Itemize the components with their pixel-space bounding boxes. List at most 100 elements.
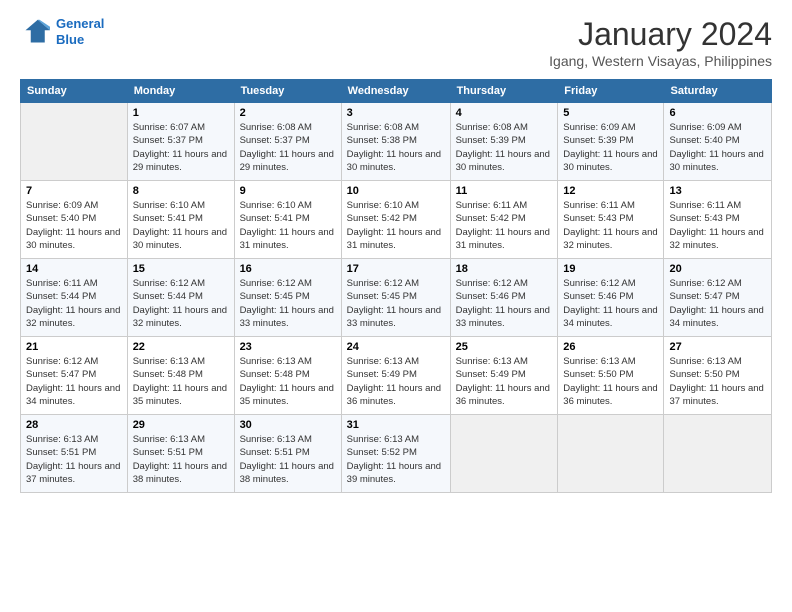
day-number: 22: [133, 341, 229, 353]
title-block: January 2024 Igang, Western Visayas, Phi…: [549, 16, 772, 69]
day-info: Sunrise: 6:10 AMSunset: 5:42 PMDaylight:…: [347, 199, 445, 252]
day-number: 29: [133, 419, 229, 431]
header-row: Sunday Monday Tuesday Wednesday Thursday…: [21, 80, 772, 103]
day-info: Sunrise: 6:13 AMSunset: 5:49 PMDaylight:…: [456, 355, 553, 408]
day-cell: 19 Sunrise: 6:12 AMSunset: 5:46 PMDaylig…: [558, 259, 664, 337]
day-cell: 5 Sunrise: 6:09 AMSunset: 5:39 PMDayligh…: [558, 103, 664, 181]
day-cell: 9 Sunrise: 6:10 AMSunset: 5:41 PMDayligh…: [234, 181, 341, 259]
main-title: January 2024: [549, 16, 772, 53]
day-info: Sunrise: 6:13 AMSunset: 5:48 PMDaylight:…: [133, 355, 229, 408]
day-number: 5: [563, 107, 658, 119]
day-info: Sunrise: 6:11 AMSunset: 5:43 PMDaylight:…: [669, 199, 766, 252]
day-cell: 31 Sunrise: 6:13 AMSunset: 5:52 PMDaylig…: [341, 415, 450, 493]
day-number: 3: [347, 107, 445, 119]
day-number: 20: [669, 263, 766, 275]
day-info: Sunrise: 6:12 AMSunset: 5:47 PMDaylight:…: [26, 355, 122, 408]
day-info: Sunrise: 6:13 AMSunset: 5:52 PMDaylight:…: [347, 433, 445, 486]
day-cell: 6 Sunrise: 6:09 AMSunset: 5:40 PMDayligh…: [664, 103, 772, 181]
day-info: Sunrise: 6:13 AMSunset: 5:50 PMDaylight:…: [563, 355, 658, 408]
day-number: 17: [347, 263, 445, 275]
day-info: Sunrise: 6:11 AMSunset: 5:44 PMDaylight:…: [26, 277, 122, 330]
day-info: Sunrise: 6:10 AMSunset: 5:41 PMDaylight:…: [133, 199, 229, 252]
day-cell: 26 Sunrise: 6:13 AMSunset: 5:50 PMDaylig…: [558, 337, 664, 415]
day-info: Sunrise: 6:12 AMSunset: 5:47 PMDaylight:…: [669, 277, 766, 330]
logo-icon: [20, 18, 52, 46]
day-number: 26: [563, 341, 658, 353]
day-cell: 13 Sunrise: 6:11 AMSunset: 5:43 PMDaylig…: [664, 181, 772, 259]
day-number: 21: [26, 341, 122, 353]
day-info: Sunrise: 6:13 AMSunset: 5:48 PMDaylight:…: [240, 355, 336, 408]
day-info: Sunrise: 6:09 AMSunset: 5:39 PMDaylight:…: [563, 121, 658, 174]
subtitle: Igang, Western Visayas, Philippines: [549, 53, 772, 69]
week-row-5: 28 Sunrise: 6:13 AMSunset: 5:51 PMDaylig…: [21, 415, 772, 493]
day-number: 15: [133, 263, 229, 275]
day-cell: 7 Sunrise: 6:09 AMSunset: 5:40 PMDayligh…: [21, 181, 128, 259]
day-cell: 10 Sunrise: 6:10 AMSunset: 5:42 PMDaylig…: [341, 181, 450, 259]
day-cell: 2 Sunrise: 6:08 AMSunset: 5:37 PMDayligh…: [234, 103, 341, 181]
day-cell: 22 Sunrise: 6:13 AMSunset: 5:48 PMDaylig…: [127, 337, 234, 415]
day-number: 10: [347, 185, 445, 197]
day-cell: 30 Sunrise: 6:13 AMSunset: 5:51 PMDaylig…: [234, 415, 341, 493]
day-info: Sunrise: 6:13 AMSunset: 5:50 PMDaylight:…: [669, 355, 766, 408]
day-cell: 4 Sunrise: 6:08 AMSunset: 5:39 PMDayligh…: [450, 103, 558, 181]
day-info: Sunrise: 6:08 AMSunset: 5:37 PMDaylight:…: [240, 121, 336, 174]
day-number: 13: [669, 185, 766, 197]
day-number: 9: [240, 185, 336, 197]
day-info: Sunrise: 6:12 AMSunset: 5:46 PMDaylight:…: [456, 277, 553, 330]
day-cell: 12 Sunrise: 6:11 AMSunset: 5:43 PMDaylig…: [558, 181, 664, 259]
col-thursday: Thursday: [450, 80, 558, 103]
day-info: Sunrise: 6:12 AMSunset: 5:45 PMDaylight:…: [347, 277, 445, 330]
day-cell: 3 Sunrise: 6:08 AMSunset: 5:38 PMDayligh…: [341, 103, 450, 181]
day-number: 12: [563, 185, 658, 197]
day-info: Sunrise: 6:13 AMSunset: 5:49 PMDaylight:…: [347, 355, 445, 408]
day-number: 14: [26, 263, 122, 275]
day-cell: [450, 415, 558, 493]
day-cell: 27 Sunrise: 6:13 AMSunset: 5:50 PMDaylig…: [664, 337, 772, 415]
day-info: Sunrise: 6:12 AMSunset: 5:46 PMDaylight:…: [563, 277, 658, 330]
day-number: 31: [347, 419, 445, 431]
day-cell: 18 Sunrise: 6:12 AMSunset: 5:46 PMDaylig…: [450, 259, 558, 337]
day-cell: 8 Sunrise: 6:10 AMSunset: 5:41 PMDayligh…: [127, 181, 234, 259]
day-info: Sunrise: 6:08 AMSunset: 5:38 PMDaylight:…: [347, 121, 445, 174]
day-info: Sunrise: 6:12 AMSunset: 5:45 PMDaylight:…: [240, 277, 336, 330]
calendar-table: Sunday Monday Tuesday Wednesday Thursday…: [20, 79, 772, 493]
day-number: 30: [240, 419, 336, 431]
day-info: Sunrise: 6:13 AMSunset: 5:51 PMDaylight:…: [240, 433, 336, 486]
day-number: 18: [456, 263, 553, 275]
day-cell: 23 Sunrise: 6:13 AMSunset: 5:48 PMDaylig…: [234, 337, 341, 415]
day-number: 4: [456, 107, 553, 119]
day-info: Sunrise: 6:11 AMSunset: 5:43 PMDaylight:…: [563, 199, 658, 252]
day-number: 27: [669, 341, 766, 353]
day-number: 16: [240, 263, 336, 275]
day-cell: 11 Sunrise: 6:11 AMSunset: 5:42 PMDaylig…: [450, 181, 558, 259]
col-tuesday: Tuesday: [234, 80, 341, 103]
day-cell: 29 Sunrise: 6:13 AMSunset: 5:51 PMDaylig…: [127, 415, 234, 493]
logo-text: General Blue: [56, 16, 104, 47]
col-wednesday: Wednesday: [341, 80, 450, 103]
day-cell: [558, 415, 664, 493]
day-number: 19: [563, 263, 658, 275]
day-cell: 17 Sunrise: 6:12 AMSunset: 5:45 PMDaylig…: [341, 259, 450, 337]
day-number: 2: [240, 107, 336, 119]
day-info: Sunrise: 6:13 AMSunset: 5:51 PMDaylight:…: [133, 433, 229, 486]
header: General Blue January 2024 Igang, Western…: [20, 16, 772, 69]
day-info: Sunrise: 6:08 AMSunset: 5:39 PMDaylight:…: [456, 121, 553, 174]
day-cell: 1 Sunrise: 6:07 AMSunset: 5:37 PMDayligh…: [127, 103, 234, 181]
day-cell: 20 Sunrise: 6:12 AMSunset: 5:47 PMDaylig…: [664, 259, 772, 337]
col-sunday: Sunday: [21, 80, 128, 103]
day-number: 25: [456, 341, 553, 353]
day-info: Sunrise: 6:12 AMSunset: 5:44 PMDaylight:…: [133, 277, 229, 330]
col-friday: Friday: [558, 80, 664, 103]
day-cell: 21 Sunrise: 6:12 AMSunset: 5:47 PMDaylig…: [21, 337, 128, 415]
week-row-1: 1 Sunrise: 6:07 AMSunset: 5:37 PMDayligh…: [21, 103, 772, 181]
col-monday: Monday: [127, 80, 234, 103]
col-saturday: Saturday: [664, 80, 772, 103]
day-info: Sunrise: 6:07 AMSunset: 5:37 PMDaylight:…: [133, 121, 229, 174]
day-info: Sunrise: 6:09 AMSunset: 5:40 PMDaylight:…: [669, 121, 766, 174]
day-cell: [21, 103, 128, 181]
day-number: 24: [347, 341, 445, 353]
page: General Blue January 2024 Igang, Western…: [0, 0, 792, 612]
day-number: 11: [456, 185, 553, 197]
week-row-2: 7 Sunrise: 6:09 AMSunset: 5:40 PMDayligh…: [21, 181, 772, 259]
day-cell: 15 Sunrise: 6:12 AMSunset: 5:44 PMDaylig…: [127, 259, 234, 337]
